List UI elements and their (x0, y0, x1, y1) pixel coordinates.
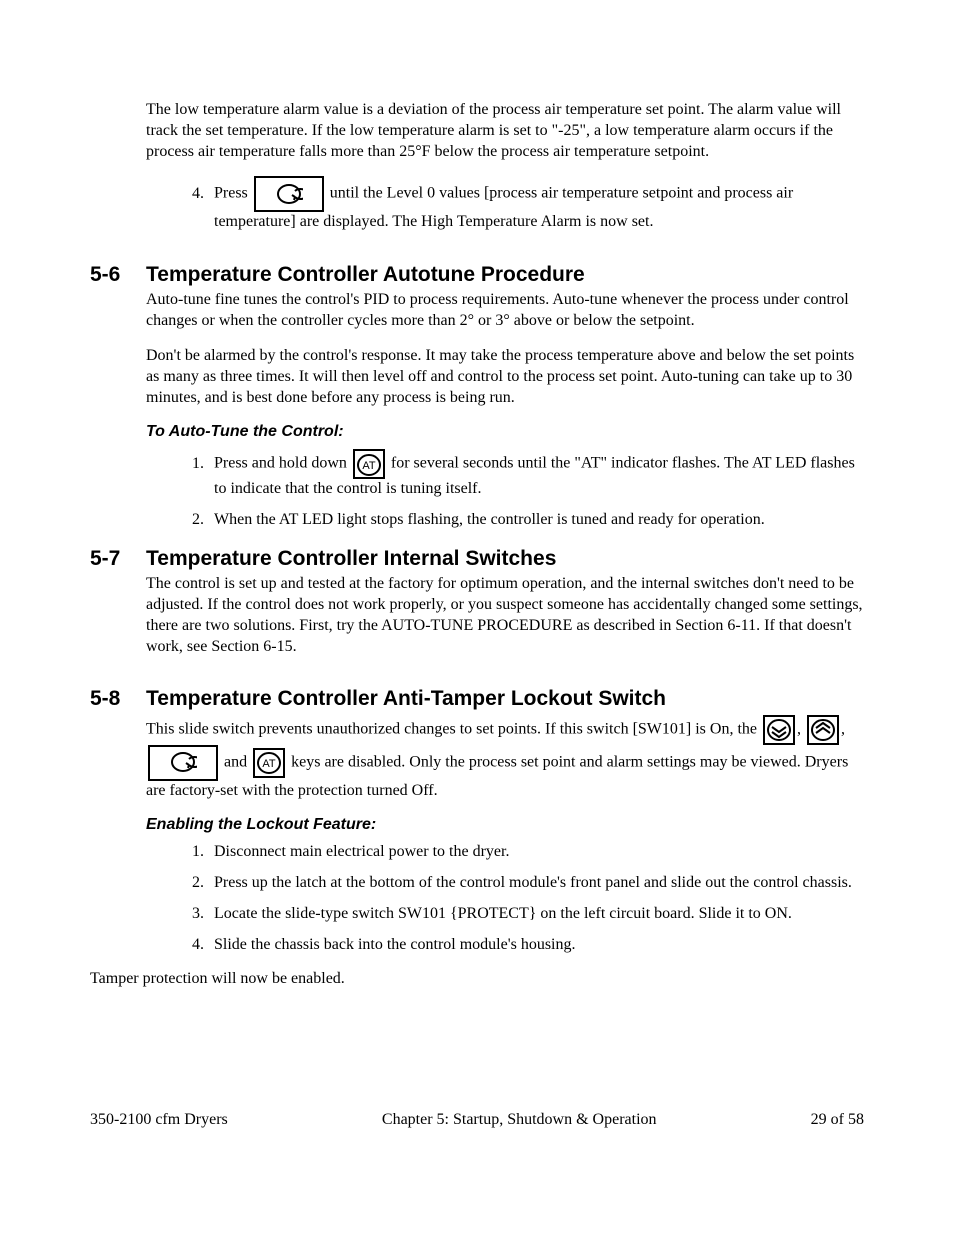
s58-para1: This slide switch prevents unauthorized … (146, 715, 864, 802)
at-key-icon (253, 748, 285, 778)
s56-step1: Press and hold down for several seconds … (208, 449, 864, 500)
step-4: Press until the Level 0 values [process … (208, 176, 864, 233)
footer-right: 29 of 58 (811, 1110, 864, 1131)
s58-subhead: Enabling the Lockout Feature: (146, 815, 864, 836)
intro-paragraph: The low temperature alarm value is a dev… (146, 100, 864, 162)
s58-step3: Locate the slide-type switch SW101 {PROT… (208, 904, 864, 925)
page-footer: 350-2100 cfm Dryers Chapter 5: Startup, … (90, 1110, 864, 1131)
s58-p1-d: and (220, 753, 251, 770)
s58-p1-b: , (797, 720, 805, 737)
s58-closing: Tamper protection will now be enabled. (90, 969, 864, 990)
up-key-icon (807, 715, 839, 745)
footer-left: 350-2100 cfm Dryers (90, 1110, 228, 1131)
at-key-icon (353, 449, 385, 479)
s58-step2: Press up the latch at the bottom of the … (208, 873, 864, 894)
s57-para1: The control is set up and tested at the … (146, 574, 864, 657)
s58-p1-c: , (841, 720, 845, 737)
s58-step4: Slide the chassis back into the control … (208, 935, 864, 956)
section-number-5-7: 5-7 (90, 545, 146, 572)
s56-step1-a: Press and hold down (214, 455, 351, 472)
section-title-5-8: Temperature Controller Anti-Tamper Locko… (146, 685, 666, 712)
s56-para1: Auto-tune fine tunes the control's PID t… (146, 290, 864, 332)
s58-p1-a: This slide switch prevents unauthorized … (146, 720, 761, 737)
down-key-icon (763, 715, 795, 745)
s58-step1: Disconnect main electrical power to the … (208, 842, 864, 863)
s58-p1-e: keys are disabled. Only the process set … (146, 753, 848, 798)
enter-key-icon (148, 745, 218, 781)
step4-text-a: Press (214, 185, 252, 202)
section-number-5-6: 5-6 (90, 261, 146, 288)
s56-para2: Don't be alarmed by the control's respon… (146, 346, 864, 408)
s56-subhead: To Auto-Tune the Control: (146, 422, 864, 443)
footer-center: Chapter 5: Startup, Shutdown & Operation (382, 1110, 657, 1131)
s56-step2: When the AT LED light stops flashing, th… (208, 510, 864, 531)
enter-key-icon (254, 176, 324, 212)
section-title-5-7: Temperature Controller Internal Switches (146, 545, 556, 572)
section-title-5-6: Temperature Controller Autotune Procedur… (146, 261, 585, 288)
section-number-5-8: 5-8 (90, 685, 146, 712)
